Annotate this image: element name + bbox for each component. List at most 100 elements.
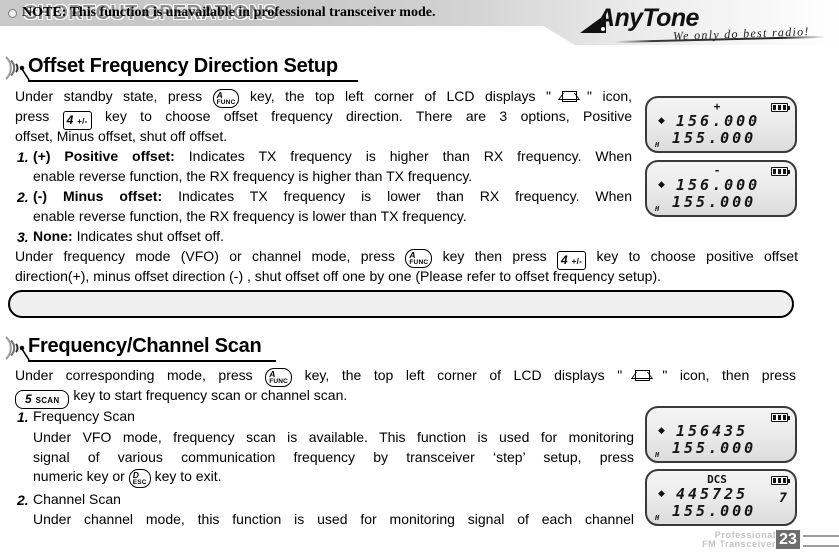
lcd-marker-icon: ◆	[658, 488, 665, 498]
key-a-label: A	[269, 369, 276, 379]
list-number: 1.	[17, 149, 29, 165]
battery-icon	[771, 103, 790, 112]
key-d-esc: D ESC	[128, 469, 151, 488]
lcd-display: - ◆ 156.000 155.000 H	[645, 160, 797, 217]
anytone-logo: AnyTone We only do best radio!	[575, 4, 835, 48]
envelope-icon	[561, 91, 577, 102]
key-4-label: 4	[66, 113, 74, 127]
footer-line-2: FM Transceiver	[702, 539, 776, 549]
lcd-display: DCS ◆ 445725 7 155.000 H	[645, 469, 797, 526]
lcd-line-1: 156.000	[676, 112, 761, 130]
footer-rule	[803, 545, 839, 547]
key-func-label: FUNC	[216, 99, 236, 106]
key-plusminus-label: +/-	[77, 117, 88, 126]
text-segment: Under frequency mode (VFO) or channel mo…	[15, 248, 395, 264]
lcd-line-1: 445725	[676, 485, 749, 503]
lcd-marker-icon: ◆	[658, 115, 665, 125]
list-item: (-) Minus offset: Indicates TX frequency…	[33, 189, 632, 204]
lcd-power-indicator: H	[655, 205, 660, 213]
list-item-bold: (-) Minus offset:	[33, 188, 163, 204]
lcd-line-1: 156.000	[676, 176, 761, 194]
battery-icon	[771, 167, 790, 176]
paragraph-line: direction(+), minus offset direction (-)…	[15, 269, 798, 284]
key-a-label: A	[409, 250, 416, 260]
text-segment: key to start frequency scan or channel s…	[73, 387, 348, 403]
list-item-body: signal of various communication frequenc…	[33, 450, 634, 465]
list-item-cont: enable reverse function, the RX frequenc…	[33, 169, 632, 184]
paragraph-line: Under standby state, press A FUNC key, th…	[15, 89, 632, 108]
text-segment: key, the top left corner of LCD displays…	[304, 367, 623, 383]
note-text: NOTE: This function is unavailable in pr…	[22, 5, 436, 20]
key-scan-label: SCAN	[35, 396, 60, 405]
lcd-display: ◆ 156435 155.000 H	[645, 406, 797, 463]
list-item-text: Indicates TX frequency is lower than RX …	[178, 188, 632, 204]
key-a-func: A FUNC	[212, 89, 240, 108]
text-segment: " icon, then press	[662, 367, 797, 383]
note-box	[8, 290, 794, 318]
battery-icon	[771, 476, 790, 485]
text-segment: Under corresponding mode, press	[15, 367, 253, 383]
list-item-title: Frequency Scan	[33, 408, 135, 424]
bullet-ring-icon	[8, 9, 17, 18]
lcd-power-indicator: H	[655, 451, 660, 459]
paragraph-line: offset, Minus offset, shut off offset.	[15, 129, 632, 144]
list-item-body: Under channel mode, this function is use…	[33, 512, 634, 527]
text-segment: key to choose positive offset	[596, 248, 798, 264]
lcd-marker-icon: ◆	[658, 179, 665, 189]
section-heading-scan: Frequency/Channel Scan	[28, 335, 262, 357]
page-number: 23	[776, 530, 800, 549]
key-a-func: A FUNC	[405, 249, 433, 268]
section-heading-offset: Offset Frequency Direction Setup	[28, 55, 338, 77]
text-segment: enable reverse function, the RX frequenc…	[33, 208, 467, 224]
battery-icon	[771, 413, 790, 422]
key-a-label: A	[216, 90, 223, 100]
list-item-text: Indicates TX frequency is higher than RX…	[188, 148, 632, 164]
key-5-label: 5	[25, 392, 32, 406]
list-item: (+) Positive offset: Indicates TX freque…	[33, 149, 632, 164]
paragraph-line: Under frequency mode (VFO) or channel mo…	[15, 249, 798, 270]
key-esc-label: ESC	[132, 479, 147, 486]
paragraph-line: Under corresponding mode, press A FUNC ke…	[15, 368, 796, 387]
lcd-line-2: 155.000	[672, 439, 757, 457]
paragraph-line: press 4 +/- key to choose offset frequen…	[15, 109, 632, 130]
footer-rule	[803, 535, 839, 537]
list-item-bold: (+) Positive offset:	[33, 148, 175, 164]
key-func-label: FUNC	[269, 378, 289, 385]
lcd-line-2: 155.000	[672, 193, 757, 211]
lcd-channel-number: 7	[779, 491, 787, 506]
lcd-line-1: 156435	[676, 422, 749, 440]
list-item-body: numeric key or D ESC key to exit.	[33, 469, 634, 488]
text-segment: key to choose offset frequency direction…	[105, 108, 632, 124]
lcd-marker-icon: ◆	[658, 425, 665, 435]
section-heading-rule	[28, 360, 276, 362]
text-segment: numeric key or	[33, 468, 125, 484]
text-segment: enable reverse function, the RX frequenc…	[33, 168, 473, 184]
list-item-text: Indicates shut offset off.	[76, 228, 224, 244]
lcd-line-2: 155.000	[672, 129, 757, 147]
list-number: 2.	[17, 189, 29, 205]
list-item-title: Channel Scan	[33, 491, 121, 507]
text-segment: key to exit.	[154, 468, 222, 484]
text-segment: Under standby state, press	[15, 88, 203, 104]
text-segment: signal of various communication frequenc…	[33, 449, 634, 465]
list-item-body: Under VFO mode, frequency scan is availa…	[33, 430, 634, 445]
lcd-display: + ◆ 156.000 155.000 H	[645, 96, 797, 153]
list-number: 2.	[17, 492, 29, 508]
text-segment: offset, Minus offset, shut off offset.	[15, 128, 228, 144]
envelope-icon	[634, 370, 650, 381]
list-number: 1.	[17, 409, 29, 425]
list-number: 3.	[17, 229, 29, 245]
lcd-line-2: 155.000	[672, 502, 757, 520]
key-5-scan: 5 SCAN	[15, 390, 70, 409]
text-segment: key, the top left corner of LCD displays…	[249, 88, 552, 104]
key-d-label: D	[132, 470, 139, 480]
key-func-label: FUNC	[409, 259, 429, 266]
text-segment: Under VFO mode, frequency scan is availa…	[33, 429, 634, 445]
key-4-label: 4	[561, 253, 568, 267]
list-item-bold: None:	[33, 228, 73, 244]
lcd-power-indicator: H	[655, 514, 660, 522]
text-segment: " icon,	[587, 88, 633, 104]
lcd-power-indicator: H	[655, 141, 660, 149]
list-item: None: Indicates shut offset off.	[33, 229, 632, 244]
text-segment: direction(+), minus offset direction (-)…	[15, 268, 662, 284]
